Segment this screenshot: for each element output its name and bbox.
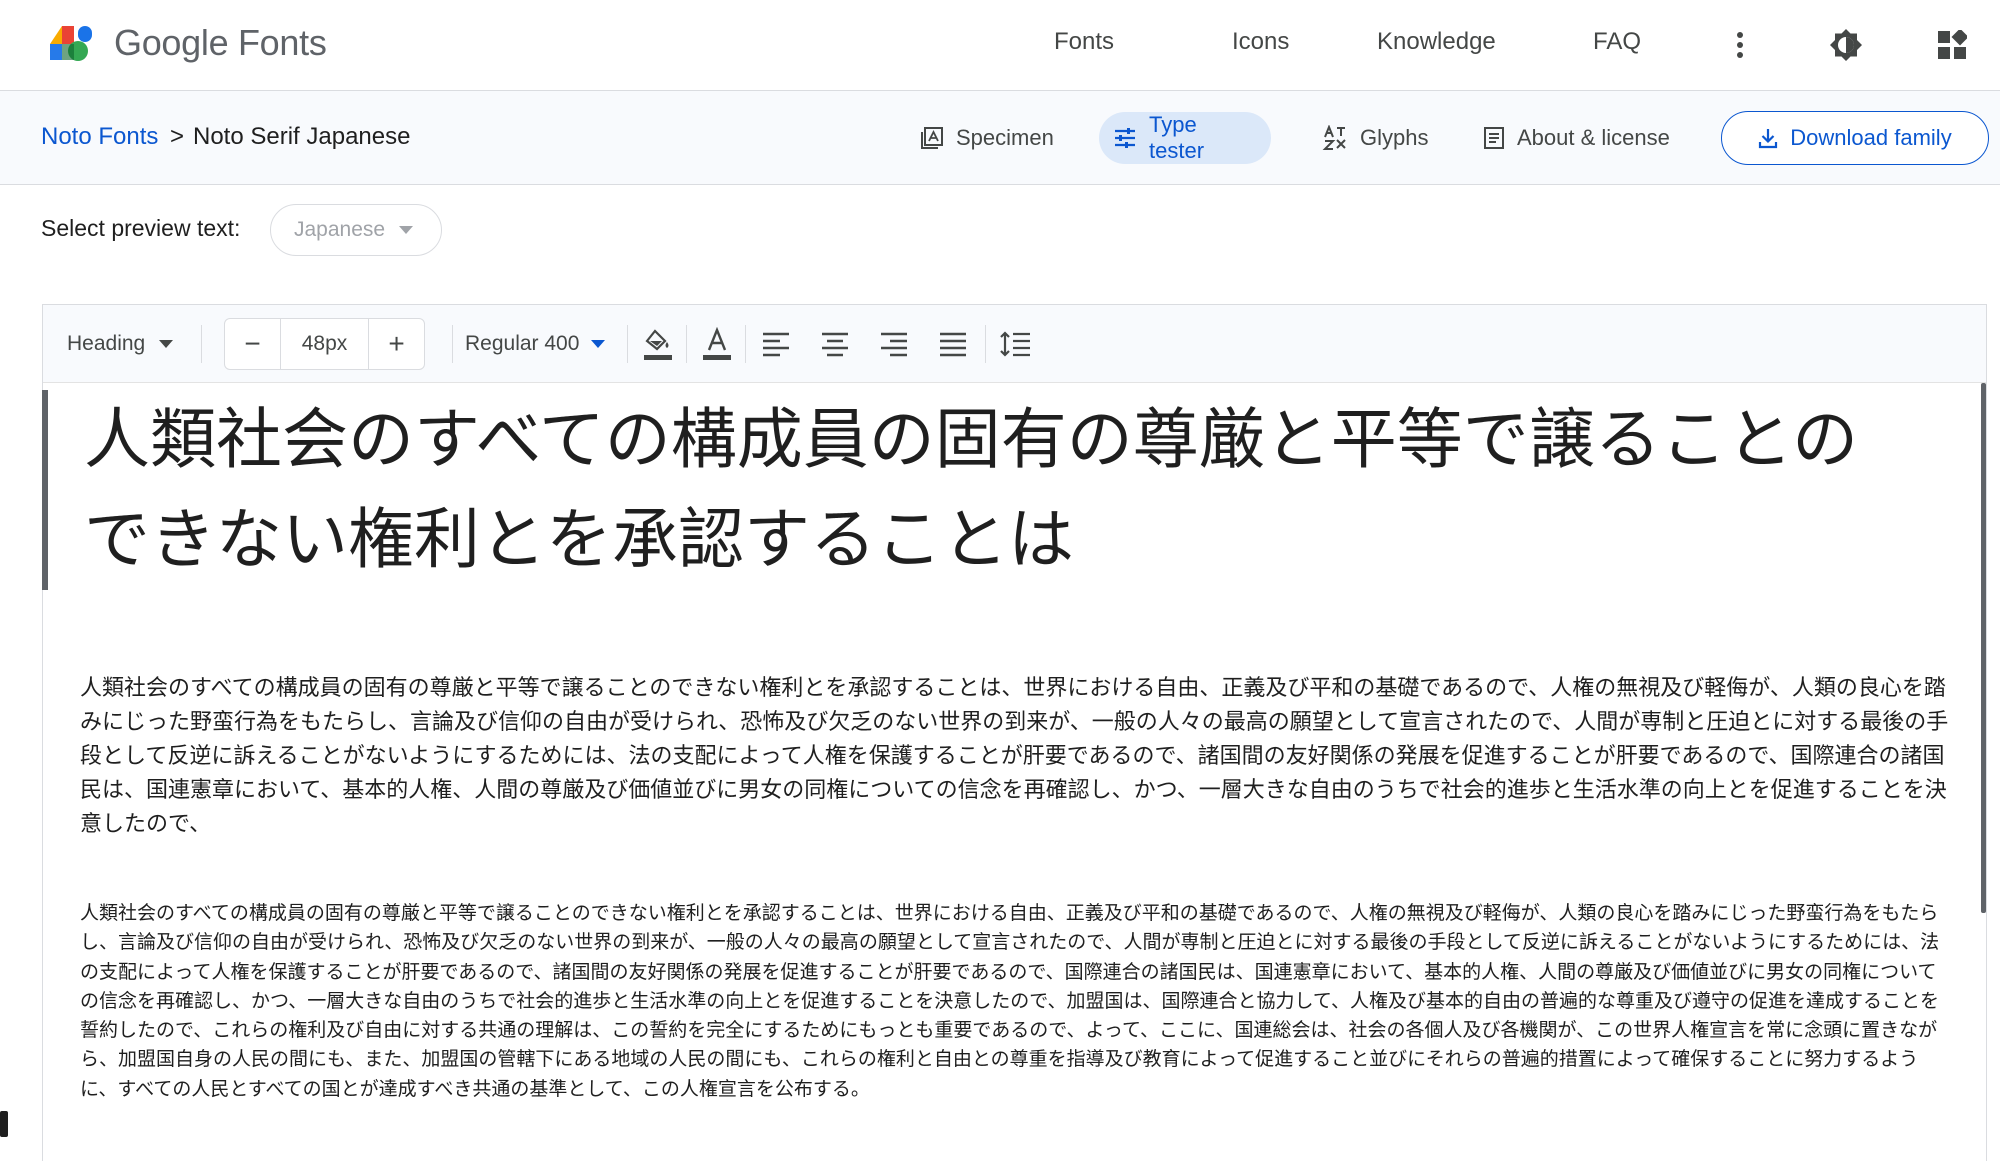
breadcrumb-current: Noto Serif Japanese xyxy=(193,123,411,150)
toolbar-divider xyxy=(686,325,687,363)
download-family-button[interactable]: Download family xyxy=(1721,111,1989,165)
sample-scrollbar[interactable] xyxy=(1981,383,1986,913)
dropdown-arrow-icon xyxy=(591,340,606,348)
align-justify-icon[interactable] xyxy=(939,305,967,383)
page-scrollbar-handle[interactable] xyxy=(0,1111,8,1137)
download-icon xyxy=(1759,129,1778,149)
align-right-icon[interactable] xyxy=(880,305,908,383)
heading-sample-text[interactable]: 人類社会のすべての構成員の固有の尊厳と平等で譲ることのできない権利とを承認するこ… xyxy=(42,390,1922,590)
toolbar-divider xyxy=(201,325,202,363)
text-color-icon[interactable] xyxy=(702,305,732,383)
line-height-icon[interactable] xyxy=(999,305,1031,383)
small-sample-text[interactable]: 人類社会のすべての構成員の固有の尊厳と平等で譲ることのできない権利とを承認するこ… xyxy=(80,899,1950,1104)
increase-size-button[interactable]: + xyxy=(369,319,424,369)
breadcrumb-noto-fonts[interactable]: Noto Fonts xyxy=(41,123,158,151)
theme-toggle-icon[interactable] xyxy=(1823,22,1869,68)
tab-type-tester-label: Type tester xyxy=(1149,112,1205,163)
weight-select-label: Regular 400 xyxy=(465,332,580,355)
weight-select[interactable]: Regular 400 xyxy=(465,305,606,383)
nav-knowledge[interactable]: Knowledge xyxy=(1377,28,1496,56)
google-fonts-logo-icon[interactable] xyxy=(48,24,96,62)
nav-fonts[interactable]: Fonts xyxy=(1054,28,1114,56)
toolbar-divider xyxy=(985,325,986,363)
tab-specimen-label: Specimen xyxy=(956,125,1054,150)
style-select[interactable]: Heading xyxy=(67,305,174,383)
background-color-icon[interactable] xyxy=(642,305,674,383)
breadcrumb-separator: > xyxy=(170,123,185,150)
tab-type-tester[interactable]: Type tester xyxy=(1099,112,1271,164)
toolbar-divider xyxy=(627,325,628,363)
more-vert-icon[interactable] xyxy=(1717,22,1763,68)
top-app-bar: Google Fonts Fonts Icons Knowledge FAQ xyxy=(0,0,2000,91)
tab-glyphs[interactable]: Glyphs xyxy=(1308,112,1442,164)
type-tester-card: Heading − 48px + Regular 400 人類社会のすべての構成… xyxy=(42,304,1987,1161)
style-select-label: Heading xyxy=(67,332,146,355)
type-tester-toolbar: Heading − 48px + Regular 400 xyxy=(43,305,1986,383)
font-size-stepper[interactable]: − 48px + xyxy=(224,318,425,370)
body-sample-text[interactable]: 人類社会のすべての構成員の固有の尊厳と平等で譲ることのできない権利とを承認するこ… xyxy=(80,672,1950,842)
tab-about-license[interactable]: About & license xyxy=(1469,112,1684,164)
dropdown-arrow-icon xyxy=(159,340,174,348)
article-icon xyxy=(1484,127,1504,149)
preview-text-label: Select preview text: xyxy=(41,215,241,241)
dropdown-arrow-icon xyxy=(399,226,414,234)
toolbar-divider xyxy=(452,325,453,363)
tab-specimen[interactable]: Specimen xyxy=(906,112,1068,164)
glyphs-icon xyxy=(1322,125,1346,150)
preview-text-select[interactable]: Japanese xyxy=(270,204,442,256)
family-subheader: Noto Fonts > Noto Serif Japanese Specime… xyxy=(0,91,2000,185)
specimen-icon xyxy=(921,127,943,149)
nav-icons[interactable]: Icons xyxy=(1232,28,1289,56)
apps-icon[interactable] xyxy=(1929,22,1975,68)
toolbar-divider xyxy=(745,325,746,363)
tab-glyphs-label: Glyphs xyxy=(1360,125,1429,150)
download-family-label: Download family xyxy=(1790,125,1952,150)
font-size-value[interactable]: 48px xyxy=(280,319,369,369)
tune-icon xyxy=(1115,128,1135,148)
align-center-icon[interactable] xyxy=(821,305,849,383)
nav-faq[interactable]: FAQ xyxy=(1593,28,1641,56)
preview-text-value: Japanese xyxy=(294,218,386,241)
align-left-icon[interactable] xyxy=(762,305,790,383)
decrease-size-button[interactable]: − xyxy=(225,319,280,369)
tab-about-license-label: About & license xyxy=(1517,125,1670,150)
brand-title[interactable]: Google Fonts xyxy=(114,22,327,64)
